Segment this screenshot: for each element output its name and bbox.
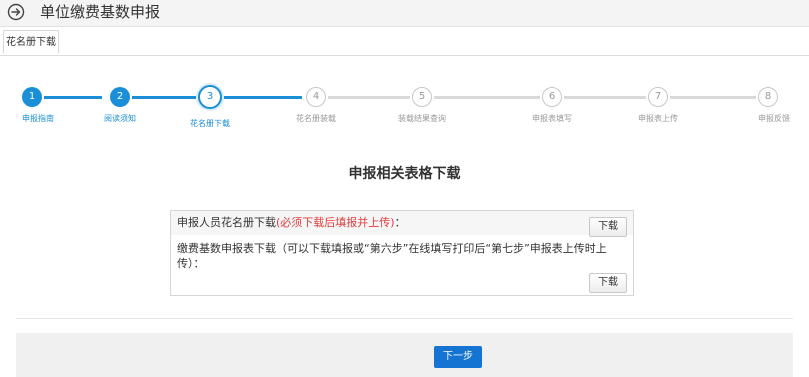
step-1-indicator: 1 [22, 87, 42, 107]
step-5-label: 装载结果查询 [398, 114, 446, 123]
step-5-indicator: 5 [412, 87, 432, 107]
declaration-form-download-button[interactable]: 下载 [589, 273, 627, 293]
step-2-label: 阅读须知 [104, 114, 136, 123]
divider [16, 318, 793, 319]
page-title: 单位缴费基数申报 [40, 3, 161, 21]
section-title: 申报相关表格下载 [348, 166, 461, 182]
step-3-indicator: 3 [198, 85, 222, 109]
step-connector [434, 96, 540, 99]
download-panel: 申报人员花名册下载(必须下载后填报并上传)： 下载 缴费基数申报表下载（可以下载… [170, 210, 634, 296]
roster-download-text: 申报人员花名册下载(必须下载后填报并上传)： [177, 215, 406, 230]
step-2-indicator: 2 [110, 87, 130, 107]
step-7-label: 申报表上传 [638, 114, 678, 123]
roster-download-button[interactable]: 下载 [589, 217, 627, 237]
step-8-indicator: 8 [758, 87, 778, 107]
step-6-indicator: 6 [542, 87, 562, 107]
step-3-label: 花名册下载 [190, 119, 230, 128]
step-connector [328, 96, 410, 99]
declaration-form-download-text: 缴费基数申报表下载（可以下载填报或“第六步”在线填写打印后“第七步”申报表上传时… [177, 242, 607, 270]
roster-download-label: 申报人员花名册下载 [177, 216, 276, 229]
roster-download-note: (必须下载后填报并上传) [276, 216, 395, 229]
step-connector [564, 96, 646, 99]
page-header: 单位缴费基数申报 [0, 0, 809, 27]
step-4-indicator: 4 [306, 87, 326, 107]
roster-download-suffix: ： [394, 216, 406, 229]
step-connector [44, 96, 102, 99]
footer-bar: 下一步 [16, 333, 793, 377]
next-step-button[interactable]: 下一步 [434, 346, 482, 368]
step-8-label: 申报反馈 [758, 114, 790, 123]
step-progress: 1 2 3 4 5 6 7 8 申报指南 阅读须知 花名册下载 花名册装载 装载… [0, 80, 809, 130]
step-1-label: 申报指南 [22, 114, 54, 123]
step-4-label: 花名册装载 [296, 114, 336, 123]
step-connector [132, 96, 196, 99]
step-connector [670, 96, 756, 99]
step-connector [224, 96, 302, 99]
step-7-indicator: 7 [648, 87, 668, 107]
tab-roster-download[interactable]: 花名册下载 [3, 30, 59, 54]
tab-bar: 花名册下载 [0, 30, 809, 56]
step-6-label: 申报表填写 [532, 114, 572, 123]
arrow-right-circle-icon[interactable] [7, 3, 25, 21]
roster-download-row: 申报人员花名册下载(必须下载后填报并上传)： 下载 [171, 211, 633, 237]
